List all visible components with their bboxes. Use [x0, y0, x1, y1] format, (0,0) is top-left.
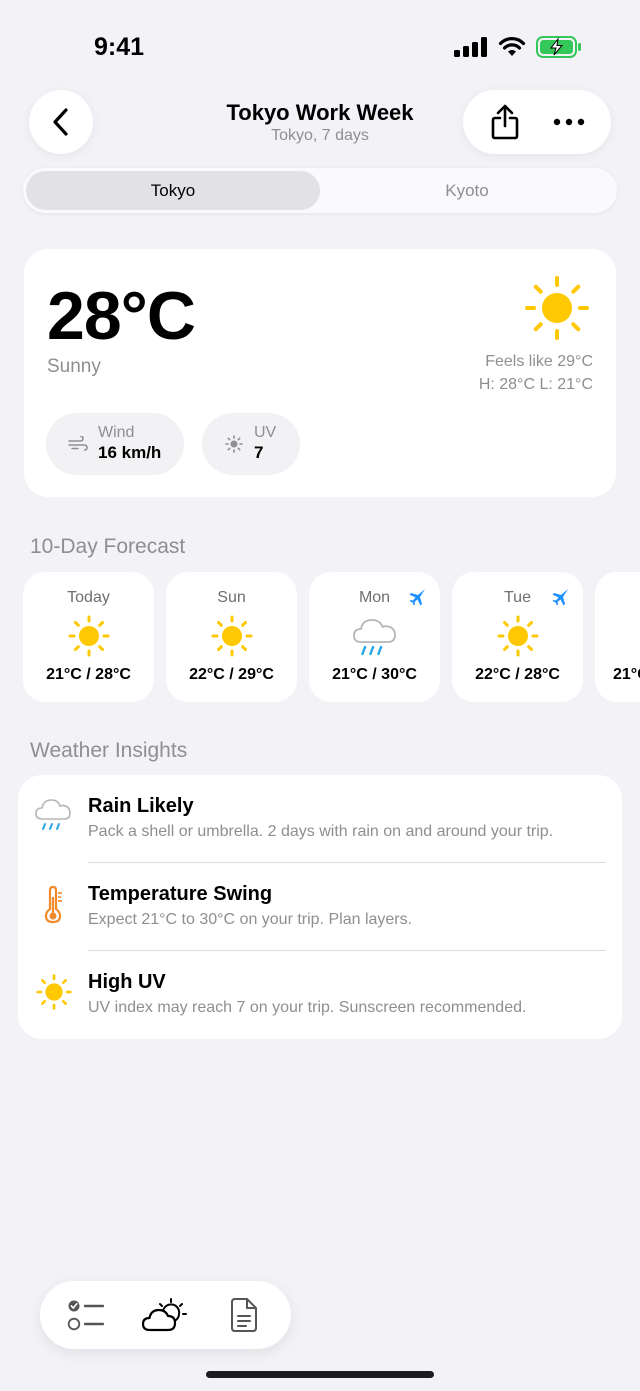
uv-sun-icon [224, 435, 244, 453]
wind-value: 16 km/h [98, 443, 162, 462]
uv-chip: UV 7 [202, 413, 300, 475]
insight-title: Temperature Swing [88, 883, 273, 905]
forecast-day-card[interactable]: 21°C [595, 572, 640, 702]
cellular-signal-icon [454, 37, 487, 57]
forecast-day-name: Today [67, 589, 110, 606]
sun-icon [452, 614, 583, 658]
insight-text: Pack a shell or umbrella. 2 days with ra… [88, 823, 554, 840]
tab-weather[interactable] [135, 1285, 195, 1345]
forecast-day-card[interactable]: Tue 22°C / 28°C [452, 572, 583, 702]
forecast-scroller[interactable]: Today 21°C / 28°C Sun 22°C / 29°C Mon 21… [23, 572, 640, 702]
share-icon [491, 104, 519, 140]
forecast-title: 10-Day Forecast [30, 535, 186, 558]
segment-tokyo[interactable]: Tokyo [26, 171, 320, 210]
sun-icon [166, 614, 297, 658]
tab-notes[interactable] [214, 1285, 274, 1345]
high-low: H: 28°C L: 21°C [478, 376, 593, 393]
tab-checklist[interactable] [57, 1285, 117, 1345]
wind-chip: Wind 16 km/h [46, 413, 184, 475]
current-temperature: 28°C [47, 278, 196, 354]
insight-text: UV index may reach 7 on your trip. Sunsc… [88, 999, 527, 1016]
sun-icon [23, 614, 154, 658]
uv-value: 7 [254, 443, 264, 462]
sun-icon [34, 973, 74, 1011]
forecast-day-card[interactable]: Today 21°C / 28°C [23, 572, 154, 702]
rain-cloud-icon [34, 797, 74, 835]
city-segmented-control: Tokyo Kyoto [23, 168, 617, 213]
nav-actions [463, 90, 611, 154]
forecast-day-temps: 22°C / 28°C [475, 666, 560, 683]
sun-icon [525, 276, 589, 340]
uv-label: UV [254, 424, 277, 441]
forecast-day-name: Sun [217, 589, 246, 606]
chevron-left-icon [53, 108, 68, 136]
status-time: 9:41 [94, 33, 145, 61]
page-title: Tokyo Work Week [226, 100, 414, 125]
forecast-day-temps: 21°C / 30°C [332, 666, 417, 683]
insight-title: High UV [88, 971, 166, 993]
partly-sunny-icon [142, 1298, 188, 1332]
status-bar: 9:41 [0, 0, 640, 90]
tab-bar [40, 1281, 291, 1349]
insights-card: Rain Likely Pack a shell or umbrella. 2 … [18, 775, 622, 1039]
ellipsis-icon [553, 118, 585, 126]
wind-label: Wind [98, 424, 135, 441]
current-weather-card: 28°C Sunny Feels like 29°C H: 28°C L: 21… [24, 249, 616, 497]
airplane-icon [552, 589, 568, 606]
rain-cloud-icon [309, 614, 440, 660]
forecast-day-card[interactable]: Sun 22°C / 29°C [166, 572, 297, 702]
share-button[interactable] [477, 94, 533, 150]
checklist-icon [67, 1300, 105, 1331]
current-condition: Sunny [47, 356, 101, 377]
status-icons [454, 36, 582, 58]
page-subtitle: Tokyo, 7 days [271, 127, 369, 144]
insights-title: Weather Insights [30, 739, 188, 762]
forecast-day-temps: 21°C / 28°C [46, 666, 131, 683]
more-button[interactable] [541, 94, 597, 150]
home-indicator[interactable] [206, 1371, 434, 1378]
wifi-icon [498, 37, 526, 56]
feels-like: Feels like 29°C [485, 353, 593, 370]
back-button[interactable] [29, 90, 93, 154]
insight-title: Rain Likely [88, 795, 194, 817]
insight-row: Temperature Swing Expect 21°C to 30°C on… [18, 863, 622, 951]
sun-icon [595, 614, 640, 658]
insight-text: Expect 21°C to 30°C on your trip. Plan l… [88, 911, 413, 928]
document-icon [230, 1298, 257, 1332]
forecast-day-card[interactable]: Mon 21°C / 30°C [309, 572, 440, 702]
thermometer-icon [34, 885, 74, 925]
wind-icon [68, 436, 88, 452]
forecast-day-temps: 22°C / 29°C [189, 666, 274, 683]
insight-row: Rain Likely Pack a shell or umbrella. 2 … [18, 775, 622, 863]
insight-row: High UV UV index may reach 7 on your tri… [18, 951, 622, 1039]
segment-kyoto[interactable]: Kyoto [320, 171, 614, 210]
battery-charging-icon [536, 36, 581, 58]
nav-bar: Tokyo Work Week Tokyo, 7 days [0, 90, 640, 156]
airplane-icon [409, 589, 425, 606]
forecast-day-temps: 21°C [613, 666, 640, 683]
